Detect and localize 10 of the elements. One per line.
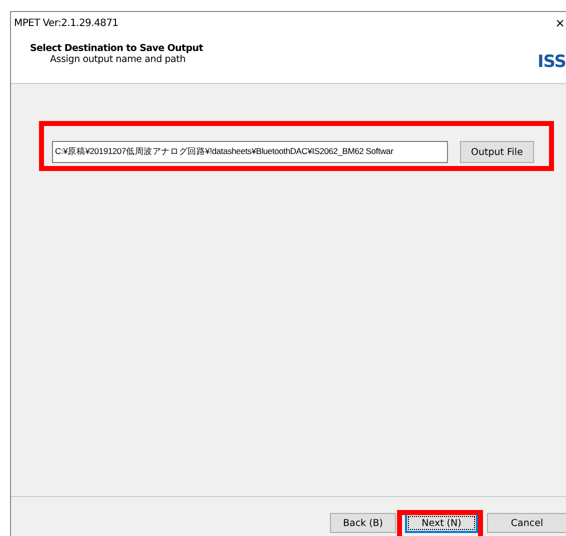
wizard-button[interactable]: Cancel	[487, 513, 566, 533]
wizard-button[interactable]: Next (N)	[405, 513, 478, 533]
wizard-button[interactable]: Back (B)	[330, 513, 396, 533]
path-field[interactable]: C:¥原稿¥20191207低周波アナログ回路¥!datasheets¥BluetoothDAC¥IS2062_BM62 Softwar	[52, 141, 448, 163]
page-title: Select Destination to Save Output	[30, 43, 203, 54]
window-title: MPET Ver:2.1.29.4871	[14, 18, 118, 28]
output-file-button[interactable]: Output File	[460, 141, 534, 163]
page-subtitle: Assign output name and path	[50, 54, 187, 65]
logo: ISS	[537, 52, 566, 72]
close-button[interactable]: ×	[554, 16, 565, 30]
